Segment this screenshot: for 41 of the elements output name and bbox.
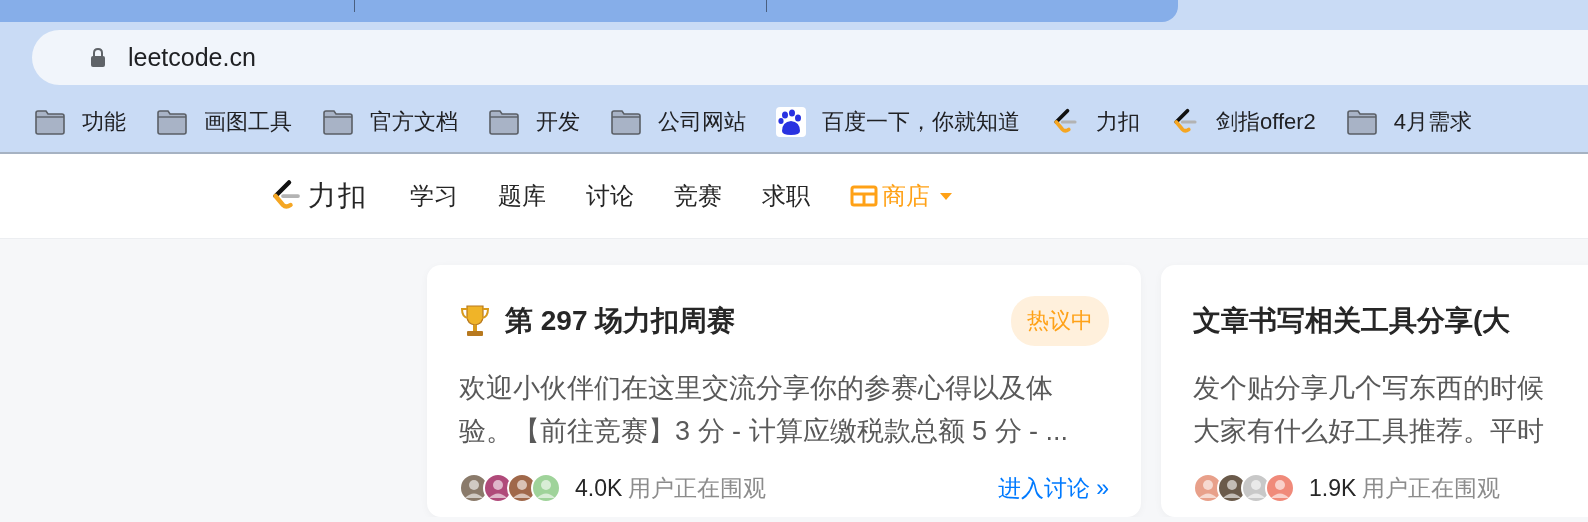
- nav-link[interactable]: 求职: [762, 180, 810, 212]
- bookmark-item[interactable]: 4月需求: [1393, 107, 1473, 137]
- folder-icon: [322, 109, 354, 135]
- folder-icon: [156, 109, 188, 135]
- viewer-count: 1.9K: [1309, 474, 1357, 502]
- card-description-line: 大家有什么好工具推荐。平时: [1193, 415, 1545, 448]
- card-description-line: 欢迎小伙伴们在这里交流分享你的参赛心得以及体: [459, 372, 1054, 405]
- bookmark-item[interactable]: 官方文档: [370, 107, 458, 137]
- bookmark-item[interactable]: 百度一下，你就知道: [822, 107, 1020, 137]
- viewer-count: 4.0K: [575, 474, 623, 502]
- bookmark-item[interactable]: 画图工具: [204, 107, 292, 137]
- discussion-link[interactable]: 进入讨论 »: [997, 472, 1109, 504]
- nav-link[interactable]: 题库: [498, 180, 546, 212]
- card-description-line: 发个贴分享几个写东西的时候: [1193, 372, 1545, 405]
- site-logo-text: 力扣: [308, 179, 368, 213]
- viewer-label: 用户正在围观: [628, 473, 768, 503]
- card-title[interactable]: 文章书写相关工具分享(大: [1193, 302, 1588, 340]
- folder-icon: [1345, 109, 1378, 135]
- paw-icon: [776, 107, 806, 137]
- card-description-line: 验。【前往竞赛】3 分 - 计算应缴税款总额 5 分 - ...: [459, 415, 1070, 448]
- bookmark-item[interactable]: 开发: [536, 107, 580, 137]
- bookmark-item[interactable]: 公司网站: [658, 107, 746, 137]
- caret-icon: [940, 192, 952, 200]
- lock-icon: [90, 47, 106, 67]
- card-title[interactable]: 第 297 场力扣周赛: [505, 302, 997, 340]
- folder-icon: [34, 109, 66, 135]
- nav-link[interactable]: 竞赛: [674, 180, 722, 212]
- avatar: [531, 473, 561, 503]
- viewer-label: 用户正在围观: [1362, 473, 1502, 503]
- folder-icon: [488, 109, 520, 135]
- bookmark-item[interactable]: 功能: [82, 107, 126, 137]
- nav-link[interactable]: 讨论: [586, 180, 634, 212]
- hot-badge: 热议中: [1011, 296, 1109, 346]
- nav-link[interactable]: 学习: [410, 180, 458, 212]
- address-bar[interactable]: leetcode.cn: [32, 29, 1588, 85]
- bookmark-item[interactable]: 力扣: [1096, 107, 1140, 137]
- store-icon: [850, 185, 878, 207]
- bookmark-item[interactable]: 剑指offer2: [1216, 107, 1316, 137]
- avatar: [1265, 473, 1295, 503]
- folder-icon: [610, 109, 642, 135]
- address-text: leetcode.cn: [128, 42, 256, 72]
